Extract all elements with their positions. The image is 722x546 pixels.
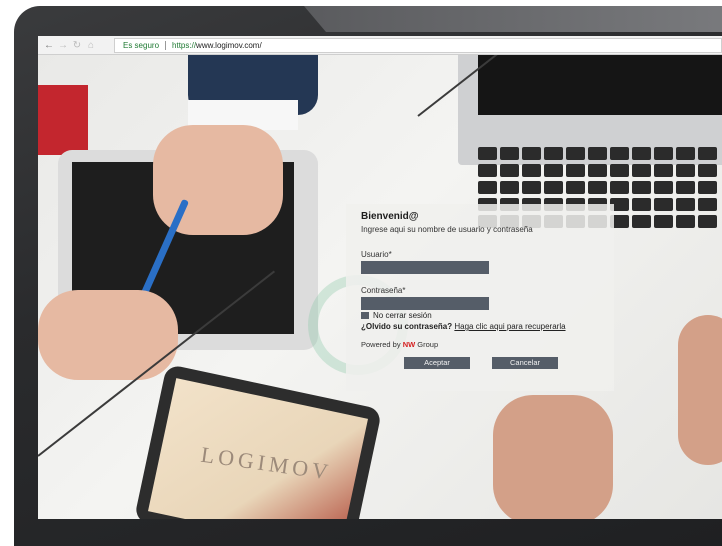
powered-by: Powered by NW Group xyxy=(361,340,438,349)
login-subtitle: Ingrese aqui su nombre de usuario y cont… xyxy=(361,225,533,234)
accept-button[interactable]: Aceptar xyxy=(404,357,470,369)
url-scheme: https:// xyxy=(172,40,197,50)
powered-suffix: Group xyxy=(417,340,439,349)
background-hand-far-right xyxy=(678,315,722,465)
address-bar[interactable]: Es seguro https:// www.logimov.com/ xyxy=(114,37,722,53)
powered-prefix: Powered by xyxy=(361,340,401,349)
background-tablet-logimov-screen: LOGIMOV xyxy=(148,378,368,519)
background-red-tie xyxy=(38,85,88,155)
password-label: Contraseña* xyxy=(361,286,406,295)
back-arrow-icon[interactable]: ← xyxy=(42,40,56,51)
password-input[interactable] xyxy=(361,297,489,310)
background-laptop-screen xyxy=(478,55,722,115)
background-tablet-logimov: LOGIMOV xyxy=(133,363,383,519)
cancel-button[interactable]: Cancelar xyxy=(492,357,558,369)
url-host: www.logimov.com/ xyxy=(196,40,262,50)
home-icon[interactable]: ⌂ xyxy=(84,40,98,51)
forgot-password-line: ¿Olvido su contraseña? Haga clic aqui pa… xyxy=(361,322,566,331)
remember-label: No cerrar sesión xyxy=(373,311,432,320)
browser-toolbar: ← → ↻ ⌂ Es seguro https:// www.logimov.c… xyxy=(38,36,722,55)
secure-indicator: Es seguro xyxy=(123,40,160,50)
login-panel: Bienvenid@ Ingrese aqui su nombre de usu… xyxy=(346,204,614,391)
background-hand-right xyxy=(493,395,613,519)
username-input[interactable] xyxy=(361,261,489,274)
remember-checkbox[interactable] xyxy=(361,312,369,319)
forgot-password-question: ¿Olvido su contraseña? xyxy=(361,322,453,331)
bezel-highlight xyxy=(304,6,722,32)
reload-icon[interactable]: ↻ xyxy=(70,40,84,51)
powered-brand: NW xyxy=(402,340,416,349)
forgot-password-link[interactable]: Haga clic aqui para recuperarla xyxy=(454,322,565,331)
address-divider xyxy=(165,40,167,50)
logimov-logo: LOGIMOV xyxy=(199,441,334,485)
username-label: Usuario* xyxy=(361,250,392,259)
forward-arrow-icon[interactable]: → xyxy=(56,40,70,51)
background-hand-left xyxy=(38,290,178,380)
login-title: Bienvenid@ xyxy=(361,211,419,222)
